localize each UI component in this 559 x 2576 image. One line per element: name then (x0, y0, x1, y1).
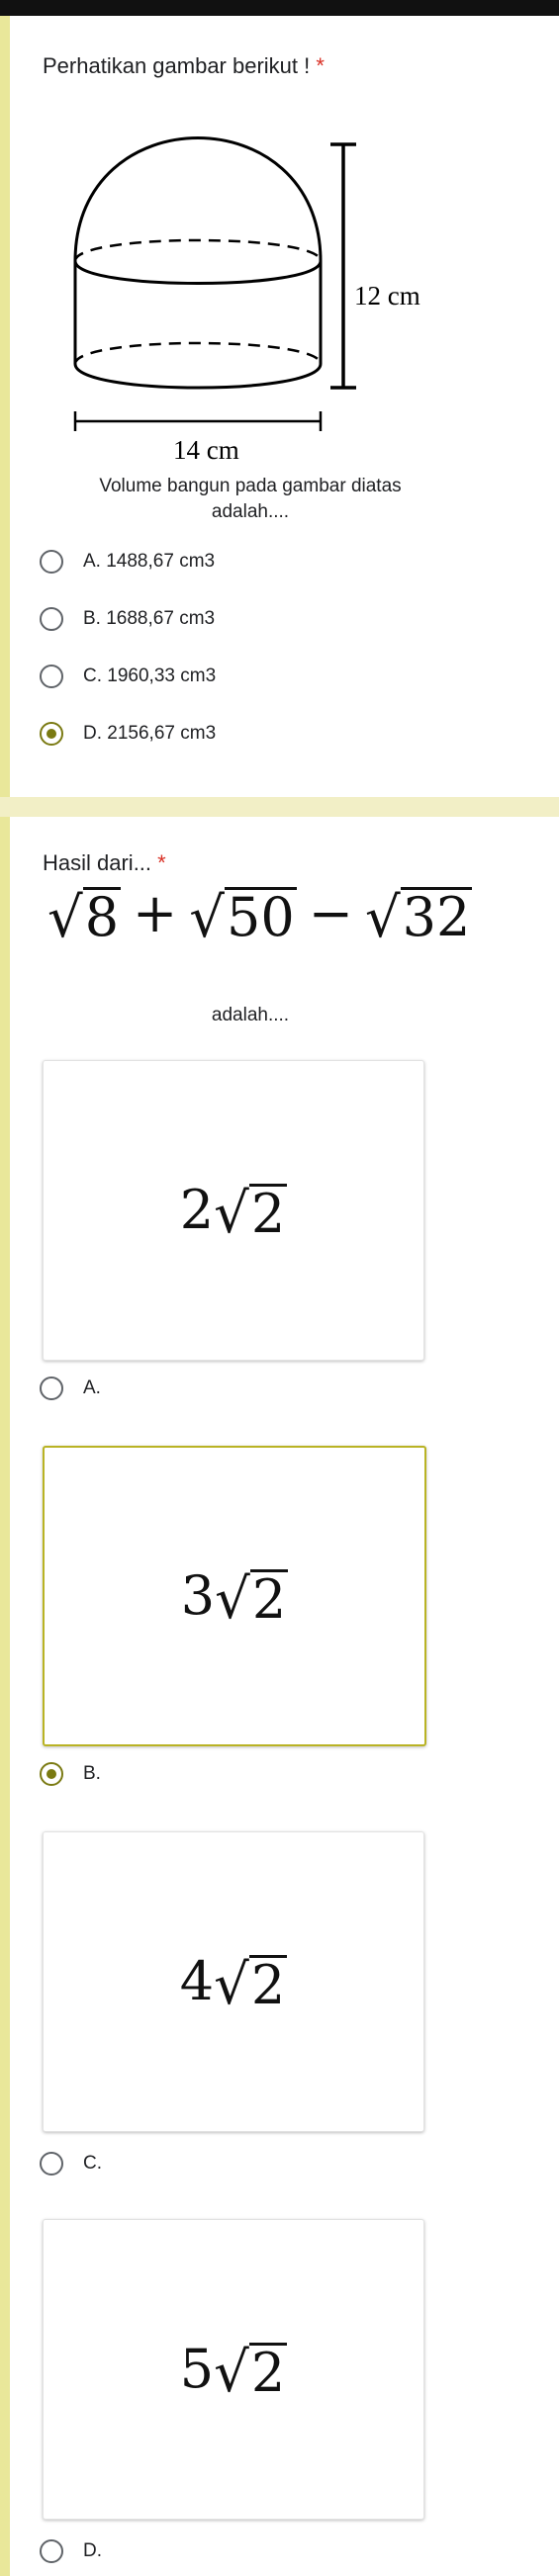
option-d[interactable]: D. (40, 2535, 102, 2567)
dome-outline (73, 136, 323, 262)
radio-button[interactable] (40, 2539, 63, 2563)
card-accent-stripe (0, 817, 10, 2576)
option-label: A. (83, 1377, 101, 1398)
coefficient: 4 (179, 1949, 215, 2012)
option-a-image[interactable]: 2 √ 2 (43, 1060, 424, 1361)
option-label: A. 1488,67 cm3 (83, 551, 216, 572)
option-label: D. (83, 2540, 102, 2561)
height-label: 12 cm (354, 281, 420, 311)
coefficient: 5 (179, 2337, 215, 2400)
question-card-2: Hasil dari... * √ 8 + √ 50 − √ 32 adalah...… (0, 817, 559, 2576)
bottom-ellipse-back (73, 341, 323, 365)
status-bar (0, 0, 559, 16)
question-card-1: Perhatikan gambar berikut ! * 12 cm 14 c… (0, 16, 559, 797)
option-b-image[interactable]: 3 √ 2 (43, 1446, 426, 1746)
option-d-math: 5 √ 2 (179, 2337, 288, 2406)
option-label: C. (83, 2153, 102, 2174)
radicand: 2 (249, 1567, 289, 1631)
radio-button-selected[interactable] (40, 1762, 63, 1786)
coefficient: 3 (180, 1563, 216, 1627)
dome-cylinder-figure: 12 cm 14 cm (73, 136, 420, 461)
sqrt-term: √ 32 (364, 885, 473, 950)
caption-line-1: Volume bangun pada gambar diatas (99, 476, 402, 496)
option-label: D. 2156,67 cm3 (83, 723, 217, 744)
width-label: 14 cm (173, 435, 239, 461)
question-title-text: Hasil dari... (43, 850, 152, 875)
radicand: 8 (82, 886, 122, 949)
radio-button[interactable] (40, 1377, 63, 1400)
card-accent-stripe (0, 16, 10, 797)
radio-button[interactable] (40, 550, 63, 574)
option-d-image[interactable]: 5 √ 2 (43, 2219, 424, 2520)
radicand: 50 (224, 886, 297, 949)
expression: √ 8 + √ 50 − √ 32 (47, 882, 473, 950)
sqrt-term: √ 2 (214, 1182, 288, 1247)
option-d[interactable]: D. 2156,67 cm3 (40, 718, 216, 750)
radicand: 2 (248, 1953, 288, 2016)
radicand: 2 (248, 1182, 288, 1245)
radio-button[interactable] (40, 2152, 63, 2176)
sqrt-term: √ 8 (47, 885, 122, 950)
option-a-math: 2 √ 2 (179, 1178, 288, 1247)
radio-button-selected[interactable] (40, 722, 63, 746)
question-caption: adalah.... (211, 1005, 290, 1025)
option-a[interactable]: A. 1488,67 cm3 (40, 546, 215, 577)
option-label: B. (83, 1763, 101, 1784)
top-ellipse-back (73, 238, 323, 262)
option-c[interactable]: C. 1960,33 cm3 (40, 661, 216, 692)
option-b[interactable]: B. (40, 1758, 101, 1790)
option-label: C. 1960,33 cm3 (83, 666, 217, 686)
question-title: Perhatikan gambar berikut ! * (43, 53, 325, 79)
sqrt-term: √ 2 (215, 1567, 289, 1633)
radio-button[interactable] (40, 665, 63, 688)
coefficient: 2 (179, 1178, 215, 1241)
required-asterisk: * (316, 53, 325, 78)
bottom-ellipse-front (73, 363, 323, 390)
option-c-image[interactable]: 4 √ 2 (43, 1831, 424, 2132)
radicand: 2 (248, 2341, 288, 2404)
operator: − (308, 882, 353, 944)
question-caption: Volume bangun pada gambar diatas adalah.… (43, 474, 458, 525)
sqrt-term: √ 2 (214, 2341, 288, 2406)
radicand: 32 (400, 886, 473, 949)
operator: + (133, 882, 178, 944)
option-c[interactable]: C. (40, 2148, 102, 2179)
sqrt-term: √ 50 (189, 885, 297, 950)
option-label: B. 1688,67 cm3 (83, 608, 216, 629)
question-title-text: Perhatikan gambar berikut ! (43, 53, 311, 78)
option-a[interactable]: A. (40, 1373, 101, 1404)
required-asterisk: * (157, 850, 166, 875)
option-c-math: 4 √ 2 (179, 1949, 288, 2018)
radio-button[interactable] (40, 607, 63, 631)
option-b[interactable]: B. 1688,67 cm3 (40, 603, 215, 635)
option-b-math: 3 √ 2 (180, 1563, 289, 1633)
top-ellipse-front (73, 260, 323, 285)
sqrt-term: √ 2 (214, 1953, 288, 2018)
question-title: Hasil dari... * (43, 850, 166, 876)
caption-line-2: adalah.... (211, 501, 290, 522)
